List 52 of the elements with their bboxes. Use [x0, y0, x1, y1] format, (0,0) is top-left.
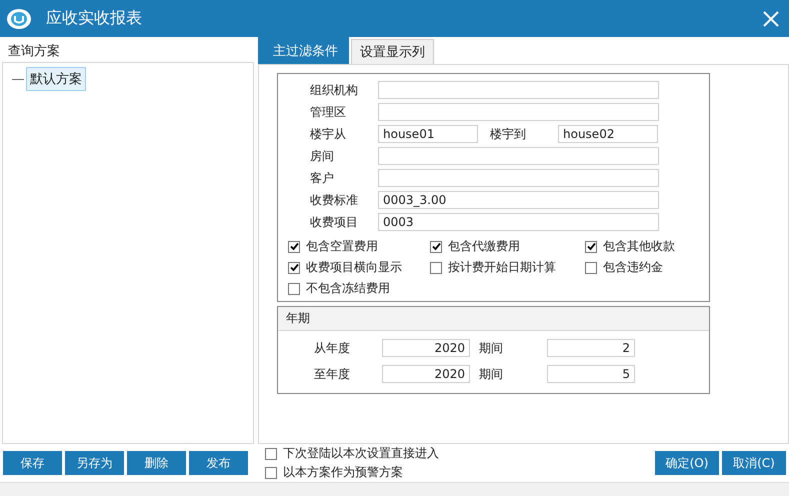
- check-icon: [290, 263, 298, 272]
- year-field[interactable]: 2020: [382, 339, 470, 357]
- section-header: 年期: [278, 307, 709, 331]
- input-field[interactable]: [378, 147, 659, 165]
- field-label: 期间: [479, 366, 504, 382]
- field-label: 收费标准: [310, 192, 359, 208]
- input-field[interactable]: [378, 81, 659, 99]
- field-label: 管理区: [310, 104, 347, 120]
- tab[interactable]: 主过滤条件: [258, 37, 349, 64]
- input-field[interactable]: house02: [558, 125, 658, 143]
- tree-item[interactable]: 默认方案: [26, 67, 86, 91]
- year-field[interactable]: 2020: [382, 365, 470, 383]
- option-checkbox[interactable]: 收费项目横向显示: [288, 259, 430, 276]
- option-checkbox[interactable]: 包含代缴费用: [430, 238, 585, 255]
- dialog-button[interactable]: 取消(C): [722, 451, 786, 475]
- panel-title: 查询方案: [7, 43, 61, 61]
- input-field[interactable]: [378, 169, 659, 187]
- field-label: 楼宇到: [490, 126, 527, 142]
- field-label: 组织机构: [310, 82, 359, 98]
- option-checkbox[interactable]: 不包含冻结费用: [288, 280, 430, 297]
- option-checkbox[interactable]: 下次登陆以本次设置直接进入: [265, 445, 655, 462]
- app-logo-icon: [6, 8, 32, 30]
- dialog-button[interactable]: 确定(O): [655, 451, 719, 475]
- window-title: 应收实收报表: [46, 8, 143, 29]
- check-icon: [586, 242, 596, 251]
- option-checkbox[interactable]: 包含其他收款: [585, 238, 703, 255]
- field-label: 客户: [310, 170, 335, 186]
- input-field[interactable]: [378, 103, 659, 121]
- field-label: 房间: [310, 148, 335, 164]
- option-checkbox[interactable]: 按计费开始日期计算: [430, 259, 585, 276]
- input-field[interactable]: house01: [378, 125, 478, 143]
- check-icon: [290, 242, 298, 251]
- action-button[interactable]: 保存: [3, 451, 62, 475]
- field-label: 收费项目: [310, 214, 359, 230]
- field-label: 从年度: [314, 340, 351, 356]
- field-label: 楼宇从: [310, 126, 347, 142]
- option-checkbox[interactable]: 包含空置费用: [288, 238, 430, 255]
- tab[interactable]: 设置显示列: [351, 39, 434, 64]
- option-checkbox[interactable]: 包含违约金: [585, 259, 703, 276]
- field-label: 至年度: [314, 366, 351, 382]
- input-field[interactable]: 0003_3.00: [378, 191, 659, 209]
- period-field[interactable]: 5: [547, 365, 635, 383]
- field-label: 期间: [479, 340, 504, 356]
- action-button[interactable]: 发布: [189, 451, 248, 475]
- tree-line: [12, 78, 24, 80]
- check-icon: [432, 242, 440, 251]
- input-field[interactable]: 0003: [378, 213, 659, 231]
- option-checkbox[interactable]: 以本方案作为预警方案: [265, 464, 655, 481]
- action-button[interactable]: 另存为: [65, 451, 124, 475]
- action-button[interactable]: 删除: [127, 451, 186, 475]
- close-icon[interactable]: [763, 10, 779, 26]
- period-field[interactable]: 2: [547, 339, 635, 357]
